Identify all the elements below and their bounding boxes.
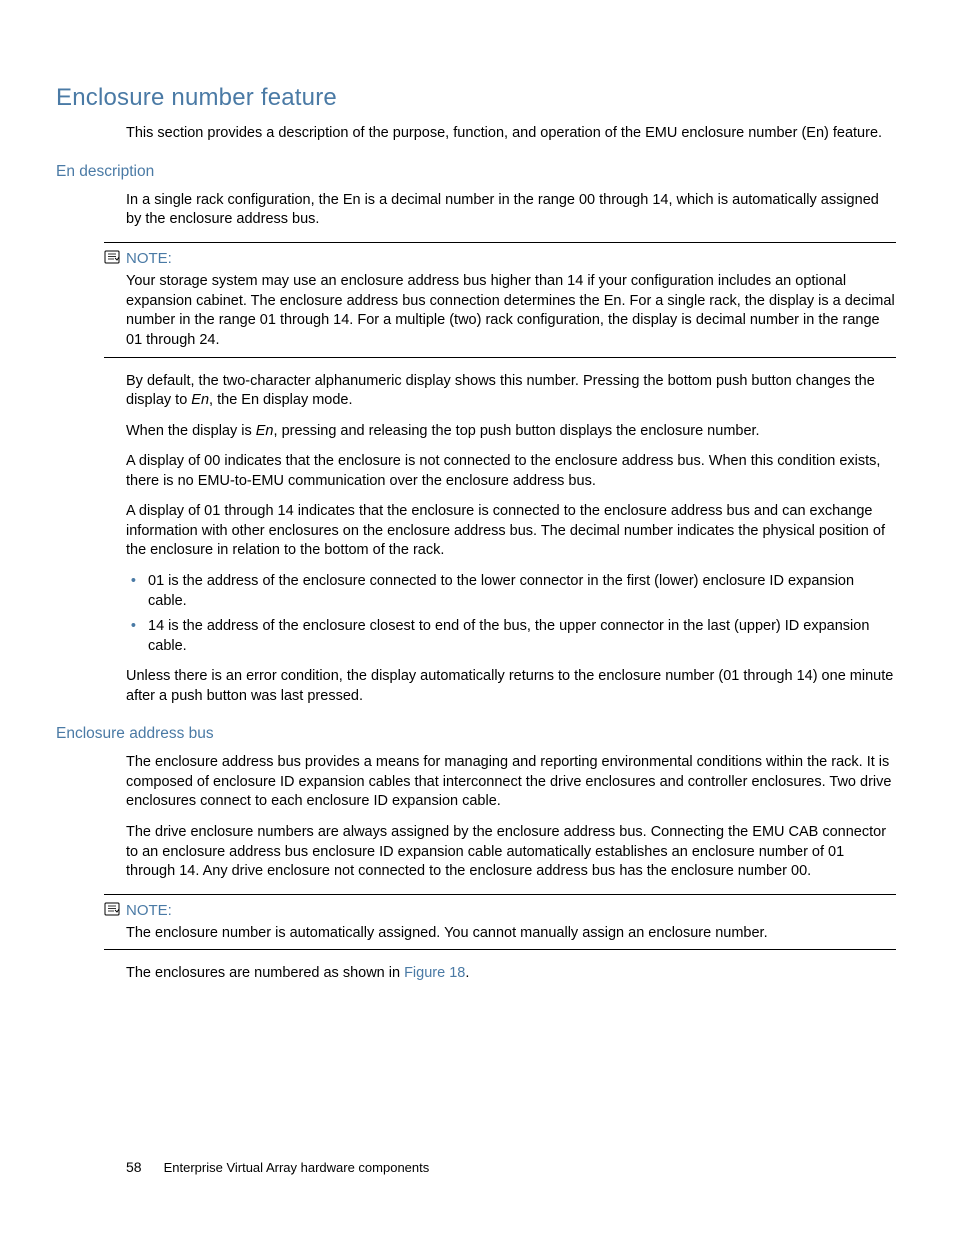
note-label: NOTE: [126,249,896,269]
page-content: Enclosure number feature This section pr… [56,82,898,995]
list-item: 14 is the address of the enclosure close… [144,617,894,656]
note-callout: NOTE: Your storage system may use an enc… [104,242,896,358]
note-label: NOTE: [126,901,896,921]
heading-enclosure-number-feature: Enclosure number feature [56,82,898,114]
body-paragraph: In a single rack configuration, the En i… [126,191,894,230]
note-body: The enclosure number is automatically as… [126,924,896,944]
en-description-block: In a single rack configuration, the En i… [126,191,894,230]
heading-enclosure-address-bus: Enclosure address bus [56,724,898,745]
heading-en-description: En description [56,162,898,183]
footer-title: Enterprise Virtual Array hardware compon… [164,1160,430,1175]
page-number: 58 [126,1159,142,1175]
page-footer: 58 Enterprise Virtual Array hardware comp… [126,1158,429,1177]
en-description-block-2: By default, the two-character alphanumer… [126,372,894,707]
note-icon [104,902,120,916]
body-paragraph: The enclosure address bus provides a mea… [126,753,894,812]
note-callout: NOTE: The enclosure number is automatica… [104,894,896,951]
italic-term: En [256,423,274,439]
note-icon [104,250,120,264]
note-body: Your storage system may use an enclosure… [126,272,896,350]
enclosure-address-bus-block-2: The enclosures are numbered as shown in … [126,964,894,984]
enclosure-address-bus-block: The enclosure address bus provides a mea… [126,753,894,881]
italic-term: En [191,392,209,408]
body-paragraph: When the display is En, pressing and rel… [126,422,894,442]
body-paragraph: The drive enclosure numbers are always a… [126,823,894,882]
list-item: 01 is the address of the enclosure conne… [144,572,894,611]
body-paragraph: Unless there is an error condition, the … [126,667,894,706]
intro-block: This section provides a description of t… [126,124,894,144]
body-paragraph: A display of 01 through 14 indicates tha… [126,502,894,561]
intro-paragraph: This section provides a description of t… [126,124,894,144]
body-paragraph: By default, the two-character alphanumer… [126,372,894,411]
bullet-list: 01 is the address of the enclosure conne… [126,572,894,656]
figure-xref-link[interactable]: Figure 18 [404,965,465,981]
body-paragraph: A display of 00 indicates that the enclo… [126,452,894,491]
body-paragraph: The enclosures are numbered as shown in … [126,964,894,984]
